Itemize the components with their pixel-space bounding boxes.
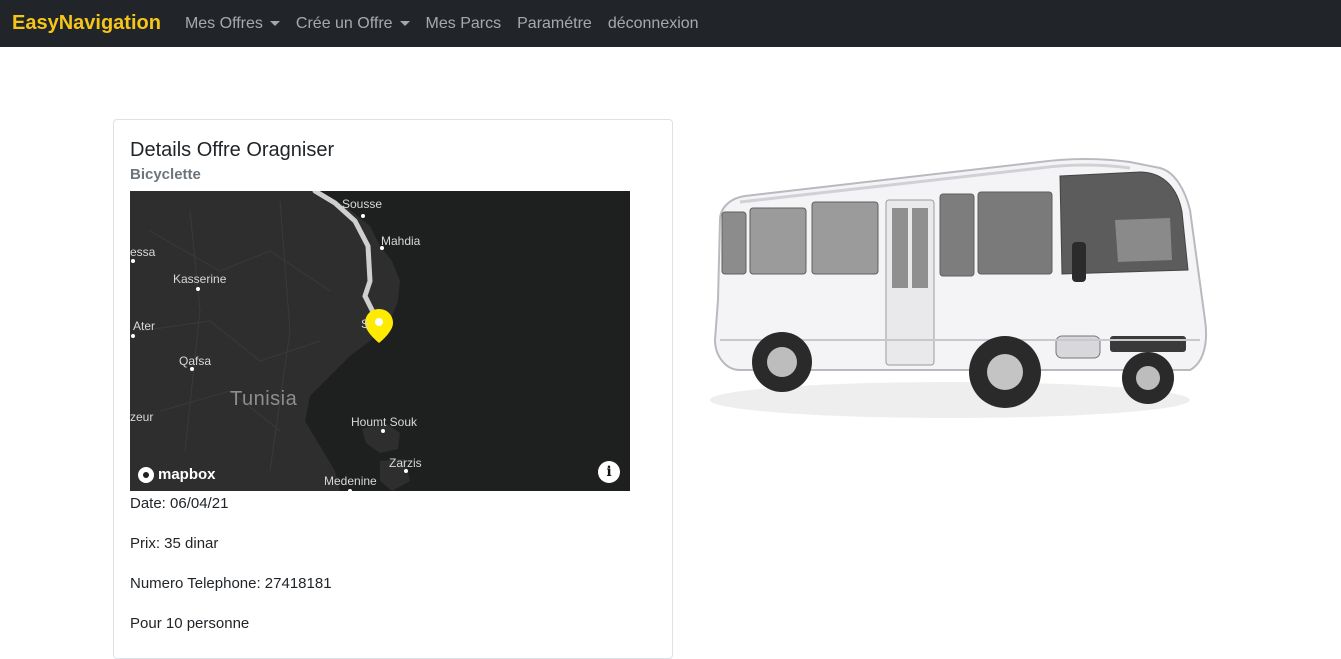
caret-down-icon — [399, 21, 410, 26]
offer-details-card: Details Offre Oragniser Bicyclette Souss… — [113, 119, 673, 659]
detail-telephone: Numero Telephone: 27418181 — [130, 575, 332, 592]
map-label-sousse: Sousse — [342, 197, 383, 211]
nav-mes-parcs-label: Mes Parcs — [425, 14, 502, 32]
nav-parametre-label: Paramétre — [517, 14, 592, 32]
navbar: EasyNavigation Mes Offres Crée un Offre … — [0, 0, 1341, 47]
map-label-zeur: zeur — [130, 410, 154, 424]
map-label-zarzis: Zarzis — [389, 456, 422, 470]
brand-logo[interactable]: EasyNavigation — [12, 12, 161, 35]
nav-mes-offres-label: Mes Offres — [184, 14, 263, 32]
map-terrain — [130, 191, 410, 491]
map-label-essa: essa — [130, 245, 156, 259]
info-icon-glyph: i — [606, 464, 612, 480]
nav-cree-offre[interactable]: Crée un Offre — [296, 15, 410, 33]
map-label-kasserine: Kasserine — [173, 272, 227, 286]
map-label-houmt-souk: Houmt Souk — [351, 415, 418, 429]
card-title: Details Offre Oragniser — [130, 139, 335, 161]
nav-parametre[interactable]: Paramétre — [517, 15, 592, 33]
nav-mes-parcs[interactable]: Mes Parcs — [426, 15, 502, 33]
caret-down-icon — [269, 21, 280, 26]
nav-cree-offre-label: Crée un Offre — [295, 14, 393, 32]
detail-personnes: Pour 10 personne — [130, 615, 250, 632]
mapbox-logo-label: mapbox — [158, 466, 216, 483]
nav-mes-offres[interactable]: Mes Offres — [185, 15, 280, 33]
mapbox-attribution[interactable]: mapbox — [138, 466, 216, 483]
mapbox-logo-icon — [138, 466, 154, 483]
detail-date: Date: 06/04/21 — [130, 495, 229, 512]
map-label-qafsa: Qafsa — [179, 354, 212, 368]
nav-deconnexion[interactable]: déconnexion — [608, 15, 699, 33]
land-area — [130, 191, 400, 491]
minibus-illustration — [710, 158, 1208, 418]
map-label-sfax: S — [361, 317, 370, 331]
info-icon[interactable]: i — [598, 461, 620, 483]
map-label-tunisia: Tunisia — [230, 388, 298, 410]
map-label-medenine: Medenine — [324, 474, 377, 488]
nav-deconnexion-label: déconnexion — [607, 14, 699, 32]
map-label-mahdia: Mahdia — [381, 234, 421, 248]
vehicle-image — [700, 150, 1220, 430]
route-map[interactable]: Sousse Mahdia essa Kasserine Ater S Qafs… — [130, 191, 630, 491]
detail-prix: Prix: 35 dinar — [130, 535, 219, 552]
map-label-ater: Ater — [133, 319, 156, 333]
card-subtitle: Bicyclette — [130, 166, 201, 183]
